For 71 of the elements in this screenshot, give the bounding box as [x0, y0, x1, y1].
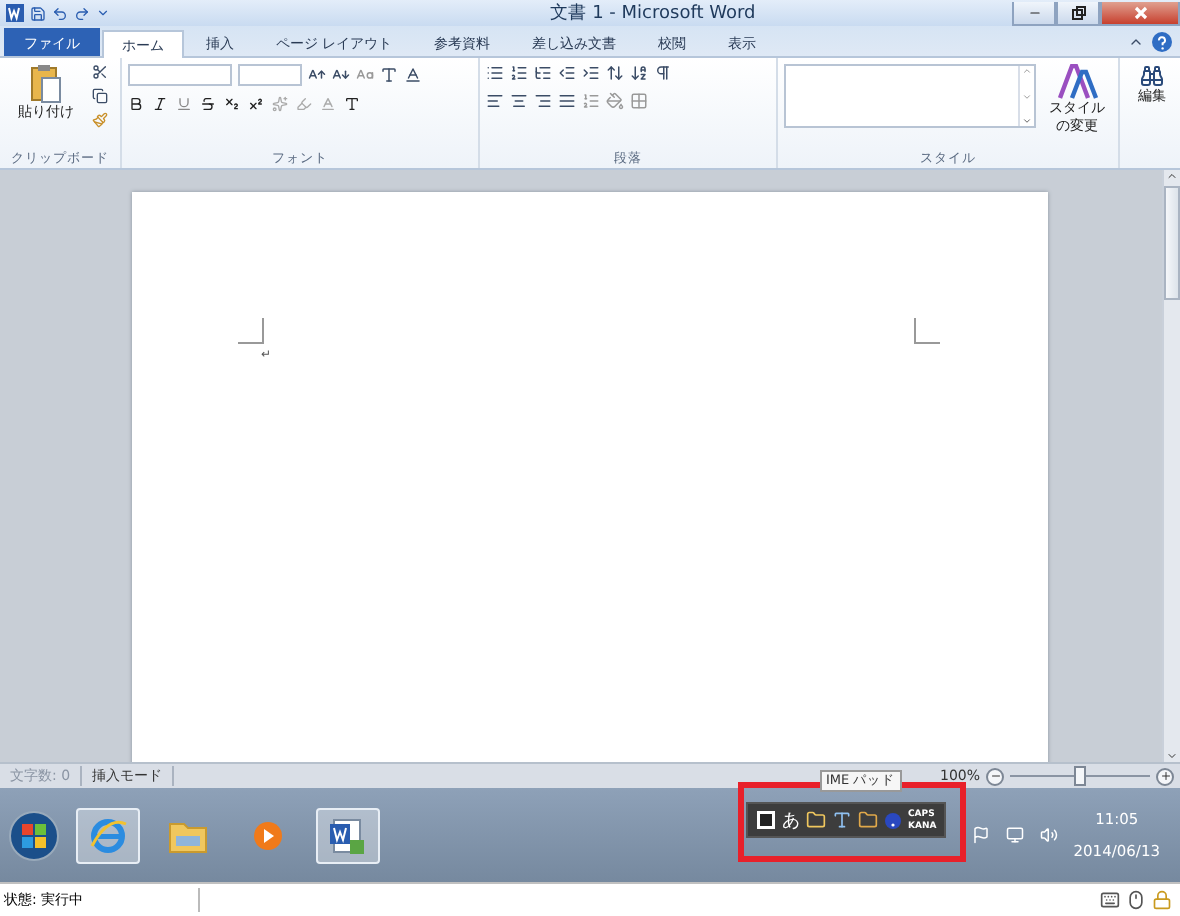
input-mode[interactable]: あ	[782, 807, 800, 833]
taskbar-app-button[interactable]	[316, 807, 380, 863]
undo-icon[interactable]	[52, 5, 68, 21]
keyboard-icon	[1100, 890, 1120, 910]
underline-icon[interactable]	[176, 96, 192, 112]
zoom-out-button[interactable]	[986, 767, 1004, 785]
shading-icon[interactable]	[606, 92, 624, 110]
subscript-icon[interactable]	[224, 96, 240, 112]
copy-icon[interactable]	[92, 88, 108, 104]
sort-az-icon[interactable]	[630, 64, 648, 82]
binoculars-icon	[1140, 64, 1164, 88]
shrink-font-icon[interactable]	[332, 66, 350, 84]
pilcrow-icon[interactable]	[654, 64, 672, 82]
restore-button[interactable]	[1056, 1, 1100, 25]
align-right-icon[interactable]	[534, 92, 552, 110]
font-size-field[interactable]	[238, 64, 302, 86]
close-icon	[1133, 5, 1147, 19]
clipboard-icon	[30, 64, 62, 104]
italic-icon[interactable]	[152, 96, 168, 112]
scroll-down-icon[interactable]	[1166, 750, 1178, 762]
styles-icon	[1057, 64, 1098, 100]
align-left-icon[interactable]	[486, 92, 504, 110]
vertical-scrollbar[interactable]	[1162, 170, 1180, 762]
margin-mark	[237, 318, 263, 344]
folder-icon	[168, 817, 208, 853]
scroll-thumb[interactable]	[1164, 186, 1180, 300]
align-center-icon[interactable]	[510, 92, 528, 110]
sort-icon[interactable]	[606, 64, 624, 82]
customize-icon[interactable]	[96, 6, 110, 20]
character-border-icon[interactable]	[404, 66, 422, 84]
zoom-in-button[interactable]	[1156, 767, 1174, 785]
font-name-field[interactable]	[128, 64, 232, 86]
justify-icon[interactable]	[558, 92, 576, 110]
taskbar-app-button[interactable]	[76, 807, 140, 863]
margin-mark	[913, 318, 939, 344]
superscript-icon[interactable]	[248, 96, 264, 112]
cut-icon[interactable]	[92, 64, 108, 80]
multilevel-list-icon[interactable]	[534, 64, 552, 82]
close-button[interactable]	[1100, 1, 1180, 25]
zoom-thumb[interactable]	[1074, 766, 1086, 786]
more-styles-icon[interactable]	[1022, 116, 1033, 126]
restore-icon	[1071, 5, 1085, 19]
plus-icon	[1159, 770, 1171, 782]
font-color-icon[interactable]	[320, 96, 336, 112]
save-icon[interactable]	[30, 5, 46, 21]
speaker-icon[interactable]	[1039, 826, 1058, 844]
window-title: 文書 1 - Microsoft Word	[548, 1, 758, 26]
network-icon[interactable]	[1005, 826, 1024, 844]
numbering-icon[interactable]	[510, 64, 528, 82]
lock-icon	[1152, 890, 1172, 910]
collapse-ribbon-icon[interactable]	[1128, 34, 1144, 50]
change-case-icon[interactable]	[356, 66, 374, 84]
document-icon	[328, 815, 368, 855]
start-button[interactable]	[8, 809, 60, 861]
redo-icon[interactable]	[74, 5, 90, 21]
borders-icon[interactable]	[630, 92, 648, 110]
grow-font-icon[interactable]	[308, 66, 326, 84]
decrease-indent-icon[interactable]	[558, 64, 576, 82]
app-icon[interactable]	[6, 4, 24, 22]
browser-icon	[88, 815, 128, 855]
bullets-icon[interactable]	[486, 64, 504, 82]
minus-icon	[989, 770, 1001, 782]
ime-icon[interactable]	[756, 810, 776, 830]
scroll-up-icon[interactable]	[1166, 170, 1178, 182]
flag-icon[interactable]	[971, 826, 990, 844]
strikethrough-icon[interactable]	[200, 96, 216, 112]
mouse-icon	[1126, 890, 1146, 910]
increase-indent-icon[interactable]	[582, 64, 600, 82]
bold-icon[interactable]	[128, 96, 144, 112]
format-painter-icon[interactable]	[92, 112, 108, 128]
play-icon	[252, 819, 284, 851]
